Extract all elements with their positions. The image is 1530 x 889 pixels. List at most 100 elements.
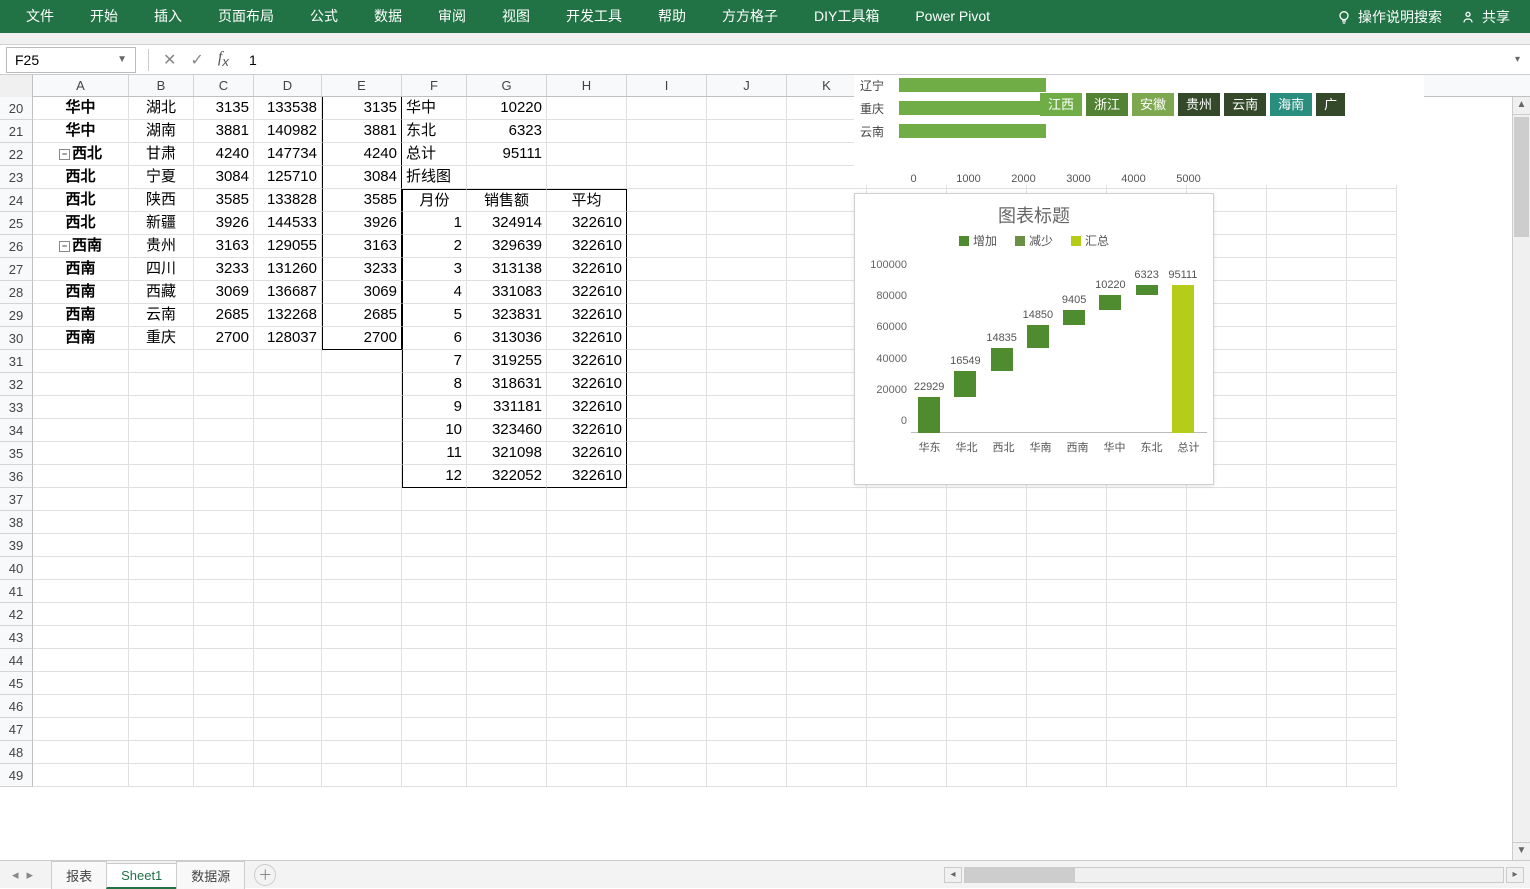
cell[interactable]: 3881 bbox=[194, 120, 254, 143]
cell[interactable] bbox=[129, 580, 194, 603]
cell[interactable]: 322610 bbox=[547, 327, 627, 350]
cell[interactable] bbox=[1107, 764, 1187, 787]
cell[interactable] bbox=[129, 718, 194, 741]
cell[interactable] bbox=[547, 580, 627, 603]
cell[interactable] bbox=[254, 396, 322, 419]
cell[interactable] bbox=[627, 120, 707, 143]
cell[interactable]: 322610 bbox=[547, 212, 627, 235]
slicer-chip[interactable]: 海南 bbox=[1270, 93, 1312, 116]
cell[interactable] bbox=[627, 373, 707, 396]
cell[interactable] bbox=[1187, 603, 1267, 626]
add-sheet-button[interactable]: ＋ bbox=[254, 864, 276, 886]
cell[interactable] bbox=[1187, 511, 1267, 534]
cell[interactable] bbox=[129, 672, 194, 695]
cell[interactable]: 宁夏 bbox=[129, 166, 194, 189]
cell[interactable] bbox=[129, 373, 194, 396]
cell[interactable] bbox=[707, 258, 787, 281]
cell[interactable] bbox=[867, 718, 947, 741]
cell[interactable]: 3881 bbox=[322, 120, 402, 143]
share-button[interactable]: 共享 bbox=[1460, 7, 1510, 27]
slicer-chip[interactable]: 贵州 bbox=[1178, 93, 1220, 116]
cell[interactable]: 甘肃 bbox=[129, 143, 194, 166]
cell[interactable] bbox=[1267, 718, 1347, 741]
cell[interactable] bbox=[194, 373, 254, 396]
cell[interactable] bbox=[1267, 212, 1347, 235]
cell[interactable] bbox=[547, 718, 627, 741]
cell[interactable] bbox=[627, 350, 707, 373]
cell[interactable] bbox=[194, 488, 254, 511]
vscroll-thumb[interactable] bbox=[1514, 117, 1529, 237]
cell[interactable]: 4240 bbox=[194, 143, 254, 166]
cell[interactable]: 322610 bbox=[547, 419, 627, 442]
cell[interactable] bbox=[867, 511, 947, 534]
cell[interactable] bbox=[707, 649, 787, 672]
slicer-chip[interactable]: 安徽 bbox=[1132, 93, 1174, 116]
hscroll-thumb[interactable] bbox=[965, 868, 1075, 882]
cell[interactable] bbox=[194, 672, 254, 695]
cell[interactable] bbox=[322, 741, 402, 764]
cell[interactable]: −西北 bbox=[33, 143, 129, 166]
cell[interactable] bbox=[254, 419, 322, 442]
cell[interactable]: 平均 bbox=[547, 189, 627, 212]
cell[interactable] bbox=[33, 718, 129, 741]
cell[interactable] bbox=[707, 304, 787, 327]
cell[interactable] bbox=[33, 741, 129, 764]
row-header[interactable]: 48 bbox=[0, 741, 33, 764]
cell[interactable]: 133828 bbox=[254, 189, 322, 212]
cell[interactable] bbox=[1267, 396, 1347, 419]
cell[interactable] bbox=[322, 419, 402, 442]
cell[interactable] bbox=[1107, 741, 1187, 764]
cell[interactable] bbox=[1347, 626, 1397, 649]
cell[interactable]: 322610 bbox=[547, 373, 627, 396]
cell[interactable] bbox=[707, 120, 787, 143]
cell[interactable] bbox=[467, 764, 547, 787]
cell[interactable] bbox=[1347, 557, 1397, 580]
formula-expand-icon[interactable]: ▾ bbox=[1505, 54, 1530, 65]
cell[interactable] bbox=[194, 511, 254, 534]
cell[interactable] bbox=[322, 695, 402, 718]
cell[interactable] bbox=[547, 534, 627, 557]
cell[interactable]: 3163 bbox=[322, 235, 402, 258]
cell[interactable]: 313138 bbox=[467, 258, 547, 281]
cell[interactable]: 3163 bbox=[194, 235, 254, 258]
cell[interactable] bbox=[33, 419, 129, 442]
cell[interactable] bbox=[194, 534, 254, 557]
row-header[interactable]: 36 bbox=[0, 465, 33, 488]
cell[interactable] bbox=[1347, 258, 1397, 281]
row-header[interactable]: 49 bbox=[0, 764, 33, 787]
cell[interactable] bbox=[1187, 488, 1267, 511]
cell[interactable] bbox=[787, 511, 867, 534]
cell[interactable]: 折线图 bbox=[402, 166, 467, 189]
cell[interactable] bbox=[1027, 557, 1107, 580]
cell[interactable] bbox=[1027, 764, 1107, 787]
cell[interactable]: 2 bbox=[402, 235, 467, 258]
cell[interactable]: 总计 bbox=[402, 143, 467, 166]
sheet-tab-Sheet1[interactable]: Sheet1 bbox=[106, 863, 177, 889]
cell[interactable] bbox=[129, 603, 194, 626]
cell[interactable] bbox=[1267, 580, 1347, 603]
cell[interactable] bbox=[1347, 718, 1397, 741]
enter-icon[interactable]: ✓ bbox=[190, 50, 203, 70]
cell[interactable] bbox=[707, 396, 787, 419]
col-header-H[interactable]: H bbox=[547, 75, 627, 96]
cell[interactable]: 3585 bbox=[194, 189, 254, 212]
row-header[interactable]: 31 bbox=[0, 350, 33, 373]
cell[interactable] bbox=[707, 580, 787, 603]
cell[interactable] bbox=[322, 649, 402, 672]
cell[interactable]: 3069 bbox=[322, 281, 402, 304]
row-header[interactable]: 37 bbox=[0, 488, 33, 511]
cell[interactable] bbox=[33, 350, 129, 373]
ribbon-tab-Power Pivot[interactable]: Power Pivot bbox=[897, 0, 1008, 33]
cell[interactable] bbox=[947, 580, 1027, 603]
cell[interactable] bbox=[1267, 603, 1347, 626]
cell[interactable]: 140982 bbox=[254, 120, 322, 143]
cell[interactable] bbox=[1347, 488, 1397, 511]
cell[interactable] bbox=[1027, 580, 1107, 603]
cell[interactable]: 131260 bbox=[254, 258, 322, 281]
cell[interactable] bbox=[1347, 764, 1397, 787]
cell[interactable]: 西北 bbox=[33, 166, 129, 189]
vertical-scrollbar[interactable]: ▲ ▼ bbox=[1512, 97, 1530, 860]
cell[interactable] bbox=[867, 649, 947, 672]
cell[interactable] bbox=[547, 626, 627, 649]
cell[interactable] bbox=[1347, 189, 1397, 212]
